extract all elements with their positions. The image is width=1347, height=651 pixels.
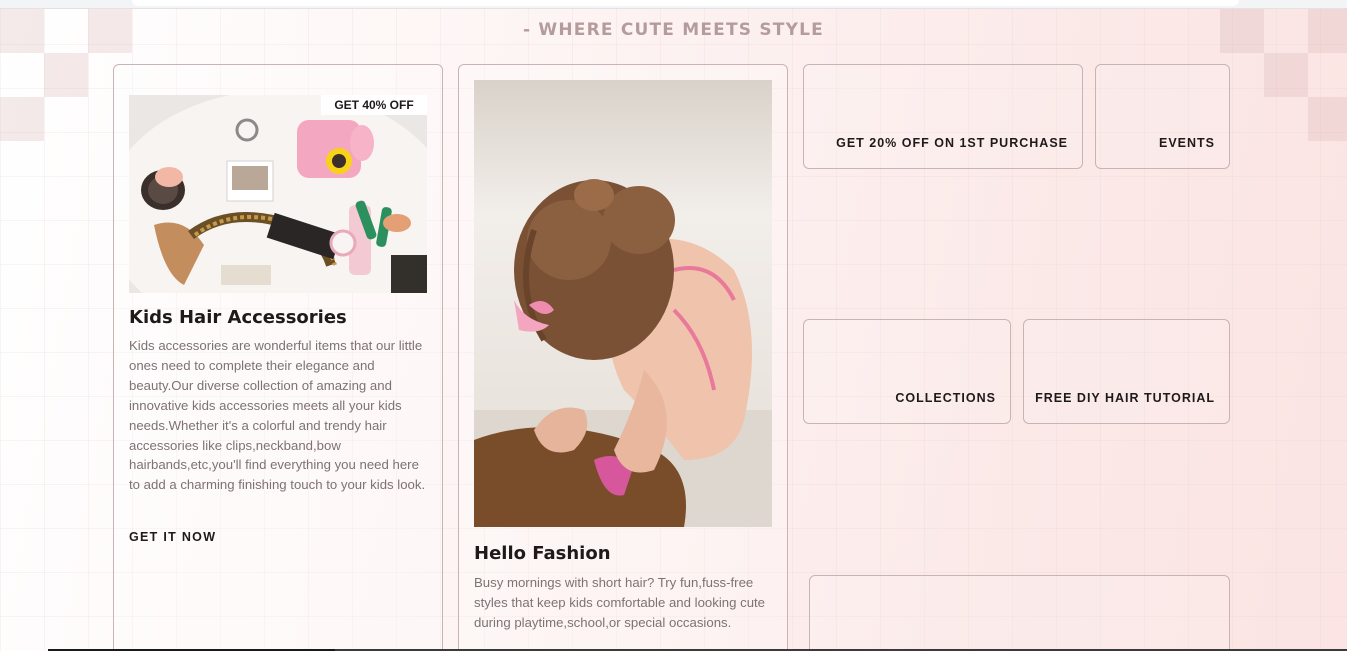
girl-hairstyle-image[interactable] <box>474 80 772 527</box>
checker-tile <box>1308 97 1347 141</box>
card-title: Hello Fashion <box>474 543 611 564</box>
diy-hair-tutorial-tile[interactable]: FREE DIY HAIR TUTORIAL <box>1023 319 1230 424</box>
top-strip <box>0 0 1347 9</box>
card-title: Kids Hair Accessories <box>129 307 347 328</box>
checker-tile <box>0 97 44 141</box>
tile-label: COLLECTIONS <box>895 391 996 405</box>
get-it-now-link[interactable]: GET IT NOW <box>129 530 216 544</box>
card-description: Busy mornings with short hair? Try fun,f… <box>474 575 766 630</box>
collections-tile[interactable]: COLLECTIONS <box>803 319 1011 424</box>
bottom-tile <box>809 575 1230 651</box>
accessories-illustration <box>129 95 427 293</box>
tile-label: GET 20% OFF ON 1ST PURCHASE <box>836 136 1068 150</box>
discount-badge: GET 40% OFF <box>321 95 427 115</box>
checker-tile <box>44 53 88 97</box>
girl-illustration <box>474 80 772 527</box>
card-description: Kids accessories are wonderful items tha… <box>129 338 426 493</box>
events-tile[interactable]: EVENTS <box>1095 64 1230 169</box>
tile-label: EVENTS <box>1158 136 1215 150</box>
accessories-image[interactable]: GET 40% OFF <box>129 95 427 293</box>
tile-label: FREE DIY HAIR TUTORIAL <box>1035 391 1215 405</box>
checker-tile <box>1264 53 1308 97</box>
section-tagline: - WHERE CUTE MEETS STYLE <box>523 20 824 40</box>
first-purchase-promo-tile[interactable]: GET 20% OFF ON 1ST PURCHASE <box>803 64 1083 169</box>
